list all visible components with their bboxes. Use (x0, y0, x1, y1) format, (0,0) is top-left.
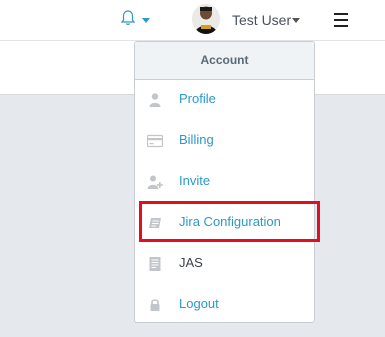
hamburger-icon (334, 13, 348, 15)
menu-toggle-button[interactable] (334, 13, 348, 27)
menu-item-logout[interactable]: Logout (135, 284, 314, 325)
dropdown-header: Account (135, 42, 314, 80)
menu-item-label: Invite (179, 173, 211, 188)
user-name: Test User (232, 12, 292, 28)
account-dropdown-menu: Account Profile Billing Invite Jira Conf… (134, 41, 315, 323)
menu-item-label: Billing (179, 132, 214, 147)
credit-card-icon (147, 134, 163, 148)
user-plus-icon (147, 175, 163, 189)
bell-icon (120, 10, 136, 25)
avatar (192, 4, 220, 34)
lock-icon (150, 299, 160, 311)
menu-item-jas[interactable]: JAS (135, 243, 314, 284)
menu-item-label: Jira Configuration (179, 214, 281, 229)
chevron-down-icon (142, 18, 150, 23)
top-navbar: Test User (0, 0, 385, 40)
menu-item-label: Profile (179, 91, 216, 106)
menu-item-profile[interactable]: Profile (135, 79, 314, 120)
chevron-down-icon (292, 18, 300, 23)
document-icon (149, 257, 161, 271)
jira-icon (149, 218, 161, 228)
menu-item-jira-configuration[interactable]: Jira Configuration (135, 202, 314, 243)
user-icon (149, 93, 161, 107)
menu-item-invite[interactable]: Invite (135, 161, 314, 202)
menu-item-label: Logout (179, 296, 219, 311)
menu-item-label: JAS (179, 255, 203, 270)
menu-item-billing[interactable]: Billing (135, 120, 314, 161)
notifications-dropdown[interactable] (120, 9, 150, 31)
